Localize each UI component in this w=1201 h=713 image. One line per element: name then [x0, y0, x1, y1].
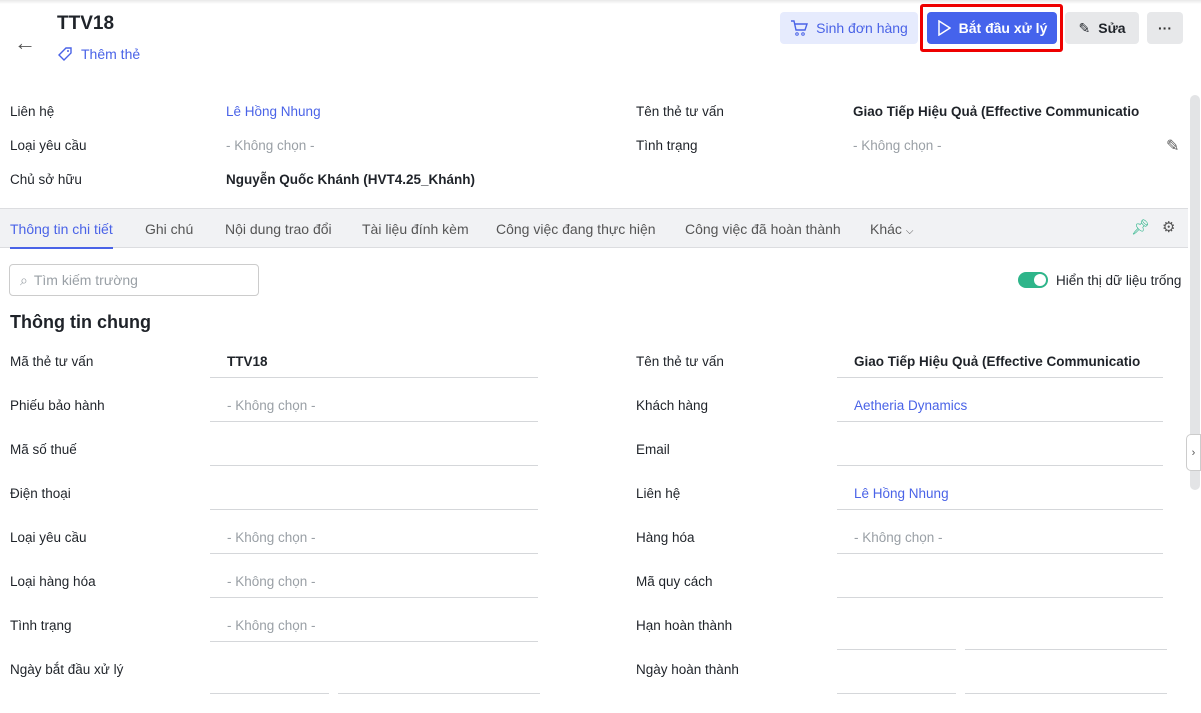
search-icon: ⌕ [20, 271, 28, 288]
tab-item[interactable]: Công việc đã hoàn thành [685, 221, 841, 237]
summary-value: Giao Tiếp Hiệu Quả (Effective Communicat… [853, 104, 1140, 119]
field-label: Loại hàng hóa [10, 574, 96, 589]
date-input-underline[interactable] [837, 693, 956, 694]
summary-value[interactable]: Lê Hồng Nhung [226, 104, 321, 119]
pin-icon[interactable]: 📌︎ [1131, 218, 1150, 236]
field-label: Liên hệ [636, 486, 681, 501]
tab-item[interactable]: Tài liệu đính kèm [362, 221, 469, 237]
summary-value: - Không chọn - [226, 138, 315, 153]
section-title: Thông tin chung [10, 312, 151, 332]
edit-button[interactable]: ✎ Sửa [1065, 12, 1139, 44]
field-value[interactable]: - Không chọn - [227, 618, 316, 633]
field-underline [210, 465, 538, 466]
summary-value: Nguyễn Quốc Khánh (HVT4.25_Khánh) [226, 172, 476, 187]
add-tag-label: Thêm thẻ [81, 46, 141, 62]
field-underline [837, 465, 1163, 466]
field-label: Ngày hoàn thành [636, 662, 739, 677]
field-value[interactable]: Lê Hồng Nhung [854, 486, 949, 501]
tab-item[interactable]: Nội dung trao đổi [225, 221, 332, 237]
pencil-icon: ✎ [1078, 19, 1091, 36]
field-underline [210, 509, 538, 510]
search-placeholder: Tìm kiếm trường [33, 272, 138, 288]
tab-label: Ghi chú [145, 221, 194, 237]
field-value[interactable]: TTV18 [227, 354, 268, 369]
edit-pencil-icon[interactable]: ✎ [1166, 136, 1179, 156]
field-value[interactable]: - Không chọn - [227, 398, 316, 413]
summary-label: Tên thẻ tư vấn [636, 104, 724, 119]
summary-label: Liên hệ [10, 104, 55, 119]
field-underline [837, 377, 1163, 378]
settings-sliders-icon[interactable]: ⚙︎ [1162, 218, 1175, 236]
summary-label: Tình trạng [636, 138, 698, 153]
field-underline [837, 509, 1163, 510]
field-label: Hàng hóa [636, 530, 695, 545]
highlight-box [920, 4, 1063, 52]
more-button[interactable]: ··· [1147, 12, 1183, 44]
field-label: Email [636, 442, 670, 457]
more-icon: ··· [1158, 20, 1172, 36]
tab-label: Công việc đang thực hiện [496, 221, 656, 237]
field-label: Tình trạng [10, 618, 72, 633]
field-label: Mã quy cách [636, 574, 713, 589]
field-label: Điện thoại [10, 486, 71, 501]
field-underline [210, 377, 538, 378]
field-label: Mã thẻ tư vấn [10, 354, 94, 369]
field-label: Khách hàng [636, 398, 709, 413]
date-input-underline[interactable] [837, 649, 956, 650]
add-tag-link[interactable]: Thêm thẻ [57, 46, 140, 62]
tab-label: Khác [870, 221, 902, 237]
date-input-underline[interactable] [210, 693, 329, 694]
field-underline [837, 421, 1163, 422]
field-label: Loại yêu cầu [10, 530, 87, 545]
tab-item[interactable]: Thông tin chi tiết [10, 221, 113, 249]
field-value[interactable]: - Không chọn - [227, 530, 316, 545]
panel-expand-handle[interactable]: › [1186, 434, 1201, 471]
tab-label: Nội dung trao đổi [225, 221, 332, 237]
back-arrow-icon[interactable]: ← [14, 30, 36, 56]
create-order-label: Sinh đơn hàng [816, 20, 908, 36]
tab-label: Thông tin chi tiết [10, 221, 113, 237]
field-underline [837, 553, 1163, 554]
field-label: Ngày bắt đầu xử lý [10, 662, 124, 677]
field-label: Tên thẻ tư vấn [636, 354, 724, 369]
edit-label: Sửa [1098, 20, 1126, 36]
time-input-underline[interactable] [965, 649, 1167, 650]
tab-item[interactable]: Ghi chú [145, 221, 193, 237]
field-underline [837, 597, 1163, 598]
tab-item[interactable]: Khác ⌵ [870, 221, 913, 237]
search-field-input[interactable]: ⌕ Tìm kiếm trường [9, 264, 259, 296]
field-underline [210, 597, 538, 598]
field-underline [210, 553, 538, 554]
cart-icon [791, 20, 809, 36]
tag-icon [58, 47, 72, 61]
field-value[interactable]: Giao Tiếp Hiệu Quả (Effective Communicat… [854, 354, 1140, 369]
field-label: Mã số thuế [10, 442, 77, 457]
summary-label: Loại yêu cầu [10, 138, 87, 153]
show-empty-label: Hiển thị dữ liệu trống [1056, 273, 1182, 288]
time-input-underline[interactable] [338, 693, 540, 694]
scrollbar[interactable] [1190, 95, 1200, 490]
tab-label: Tài liệu đính kèm [362, 221, 469, 237]
field-value[interactable]: Aetheria Dynamics [854, 398, 967, 413]
field-underline [210, 641, 538, 642]
tab-label: Công việc đã hoàn thành [685, 221, 841, 237]
field-value[interactable]: - Không chọn - [854, 530, 943, 545]
summary-value: - Không chọn - [853, 138, 942, 153]
tab-item[interactable]: Công việc đang thực hiện [496, 221, 656, 237]
create-order-button[interactable]: Sinh đơn hàng [780, 12, 918, 44]
field-label: Phiếu bảo hành [10, 398, 105, 413]
chevron-down-icon: ⌵ [905, 226, 914, 237]
show-empty-toggle[interactable] [1018, 272, 1048, 288]
tab-bar: Thông tin chi tiết Ghi chú Nội dung trao đ… [0, 208, 1188, 249]
field-value[interactable]: - Không chọn - [227, 574, 316, 589]
page-title: TTV18 [57, 13, 115, 34]
field-underline [210, 421, 538, 422]
time-input-underline[interactable] [965, 693, 1167, 694]
field-label: Hạn hoàn thành [636, 618, 733, 633]
summary-label: Chủ sở hữu [10, 172, 82, 187]
